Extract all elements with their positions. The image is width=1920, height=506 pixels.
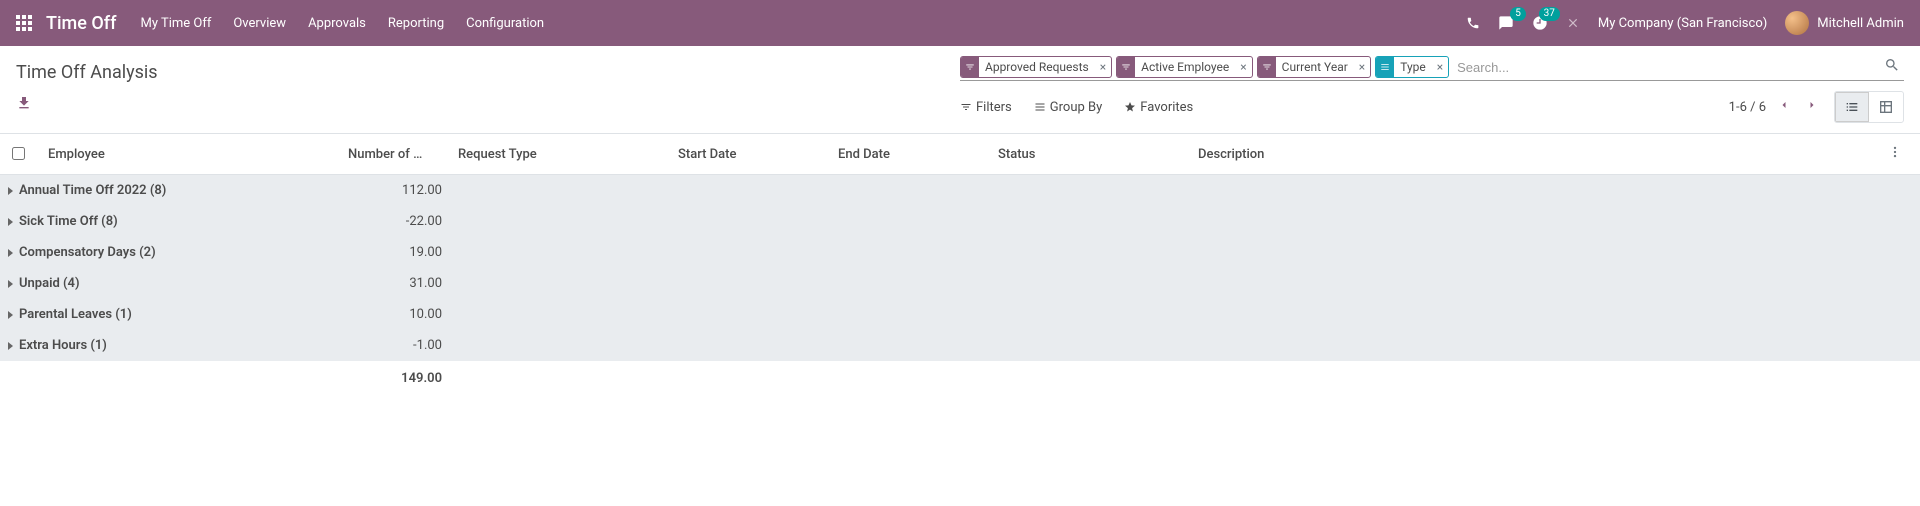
list-table: Employee Number of … Request Type Start …	[0, 134, 1920, 396]
group-label: Parental Leaves (1)	[19, 307, 132, 322]
group-row[interactable]: Annual Time Off 2022 (8) 112.00	[0, 175, 1920, 207]
view-list-icon[interactable]	[1835, 92, 1869, 122]
filters-button[interactable]: Filters	[960, 100, 1012, 115]
nav-reporting[interactable]: Reporting	[388, 16, 444, 31]
group-row[interactable]: Unpaid (4) 31.00	[0, 268, 1920, 299]
page-title: Time Off Analysis	[16, 62, 960, 83]
facet-remove-icon[interactable]: ×	[1095, 60, 1111, 74]
pager: 1-6 / 6	[1729, 95, 1822, 119]
group-value: -1.00	[340, 330, 450, 361]
filter-icon	[1117, 57, 1135, 77]
caret-right-icon	[8, 187, 13, 195]
col-status[interactable]: Status	[990, 134, 1190, 175]
search-input[interactable]	[1453, 58, 1876, 77]
view-pivot-icon[interactable]	[1869, 92, 1903, 122]
search-bar: Approved Requests × Active Employee × Cu…	[960, 56, 1904, 81]
messages-icon[interactable]: 5	[1498, 15, 1514, 31]
group-value: 10.00	[340, 299, 450, 330]
group-row[interactable]: Sick Time Off (8) -22.00	[0, 206, 1920, 237]
activities-icon[interactable]: 37	[1532, 15, 1548, 31]
facet-remove-icon[interactable]: ×	[1354, 60, 1370, 74]
facet-remove-icon[interactable]: ×	[1432, 60, 1448, 74]
col-end-date[interactable]: End Date	[830, 134, 990, 175]
company-selector[interactable]: My Company (San Francisco)	[1598, 16, 1767, 31]
filter-icon	[961, 57, 979, 77]
pager-prev-icon[interactable]	[1774, 95, 1794, 119]
nav-configuration[interactable]: Configuration	[466, 16, 544, 31]
group-label: Annual Time Off 2022 (8)	[19, 183, 166, 198]
user-name: Mitchell Admin	[1817, 16, 1904, 31]
group-value: 19.00	[340, 237, 450, 268]
group-label: Extra Hours (1)	[19, 338, 107, 353]
group-label: Sick Time Off (8)	[19, 214, 118, 229]
group-label: Compensatory Days (2)	[19, 245, 156, 260]
favorites-button[interactable]: Favorites	[1124, 100, 1193, 115]
download-icon[interactable]	[16, 100, 32, 115]
activities-badge: 37	[1539, 7, 1560, 21]
user-menu[interactable]: Mitchell Admin	[1785, 11, 1904, 35]
facet-approved-requests[interactable]: Approved Requests ×	[960, 56, 1112, 78]
messages-badge: 5	[1510, 7, 1526, 21]
facet-current-year[interactable]: Current Year ×	[1257, 56, 1372, 78]
col-number-of-days[interactable]: Number of …	[340, 134, 450, 175]
filter-icon	[1258, 57, 1276, 77]
facet-group-type[interactable]: Type ×	[1375, 56, 1449, 78]
nav-overview[interactable]: Overview	[233, 16, 286, 31]
nav-approvals[interactable]: Approvals	[308, 16, 366, 31]
group-value: -22.00	[340, 206, 450, 237]
col-request-type[interactable]: Request Type	[450, 134, 670, 175]
col-start-date[interactable]: Start Date	[670, 134, 830, 175]
caret-right-icon	[8, 218, 13, 226]
total-number-of-days: 149.00	[340, 361, 450, 396]
columns-menu-icon[interactable]	[1888, 148, 1902, 163]
group-value: 112.00	[340, 175, 450, 207]
facet-active-employee[interactable]: Active Employee ×	[1116, 56, 1253, 78]
group-value: 31.00	[340, 268, 450, 299]
caret-right-icon	[8, 280, 13, 288]
group-row[interactable]: Compensatory Days (2) 19.00	[0, 237, 1920, 268]
totals-row: 149.00	[0, 361, 1920, 396]
col-employee[interactable]: Employee	[40, 134, 340, 175]
groupby-button[interactable]: Group By	[1034, 100, 1103, 115]
facet-remove-icon[interactable]: ×	[1235, 60, 1251, 74]
nav-my-time-off[interactable]: My Time Off	[140, 16, 211, 31]
caret-right-icon	[8, 342, 13, 350]
group-icon	[1376, 57, 1394, 77]
pager-next-icon[interactable]	[1802, 95, 1822, 119]
apps-icon[interactable]	[16, 15, 32, 31]
control-panel: Time Off Analysis Approved Requests × Ac…	[0, 46, 1920, 134]
phone-icon[interactable]	[1466, 16, 1480, 30]
caret-right-icon	[8, 311, 13, 319]
caret-right-icon	[8, 249, 13, 257]
select-all-checkbox[interactable]	[12, 147, 25, 160]
group-row[interactable]: Parental Leaves (1) 10.00	[0, 299, 1920, 330]
pager-label: 1-6 / 6	[1729, 100, 1766, 115]
close-tray-icon[interactable]	[1566, 16, 1580, 30]
view-switcher	[1834, 91, 1904, 123]
avatar	[1785, 11, 1809, 35]
search-icon[interactable]	[1880, 57, 1904, 77]
group-label: Unpaid (4)	[19, 276, 80, 291]
app-brand[interactable]: Time Off	[46, 13, 116, 34]
main-navbar: Time Off My Time Off Overview Approvals …	[0, 0, 1920, 46]
group-row[interactable]: Extra Hours (1) -1.00	[0, 330, 1920, 361]
col-description[interactable]: Description	[1190, 134, 1880, 175]
